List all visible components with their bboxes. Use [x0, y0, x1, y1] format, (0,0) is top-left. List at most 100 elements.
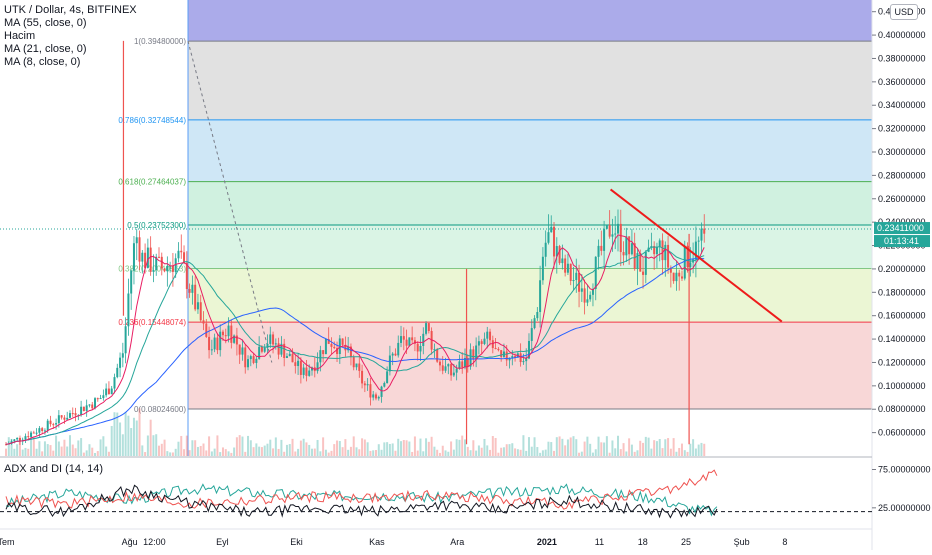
- candle-body: [569, 263, 572, 281]
- chart-root[interactable]: 1(0.39480000) 0.786(0.32748544) 0.618(0.27…: [0, 0, 932, 550]
- volume-bar: [99, 439, 102, 456]
- candle-body: [597, 245, 600, 257]
- volume-bar: [642, 442, 645, 456]
- candle-body: [683, 245, 686, 279]
- volume-bar: [475, 450, 478, 456]
- candle-body: [255, 358, 258, 363]
- candle-body: [619, 223, 622, 253]
- candle-body: [352, 357, 355, 368]
- candle-body: [600, 245, 603, 251]
- volume-bar: [94, 452, 97, 456]
- volume-bar: [16, 444, 19, 456]
- volume-bar: [299, 440, 302, 456]
- candle-body: [119, 357, 122, 368]
- volume-bar: [199, 445, 202, 456]
- volume-bar: [422, 451, 425, 456]
- volume-bar: [358, 449, 361, 456]
- candle-body: [205, 323, 208, 337]
- symbol-title[interactable]: UTK / Dollar, 4s, BITFINEX: [4, 4, 137, 17]
- volume-bar: [311, 448, 313, 456]
- candle-body: [433, 349, 436, 351]
- volume-bar: [483, 438, 486, 456]
- volume-bar: [85, 450, 88, 456]
- currency-badge[interactable]: USD: [890, 4, 918, 20]
- candle-body: [452, 372, 455, 376]
- legend-ma55[interactable]: MA (55, close, 0): [4, 17, 137, 30]
- volume-bar: [519, 449, 522, 456]
- volume-bar: [46, 444, 49, 456]
- volume-bar: [21, 449, 24, 456]
- volume-bar: [80, 438, 83, 456]
- volume-bar: [130, 428, 133, 456]
- volume-bar: [60, 446, 63, 456]
- volume-bar: [208, 436, 211, 456]
- volume-bar: [575, 439, 578, 456]
- volume-bar: [163, 439, 166, 456]
- time-label-9: 18: [638, 537, 648, 547]
- volume-bar: [294, 451, 297, 456]
- candle-body: [194, 284, 197, 310]
- candle-body: [419, 345, 422, 352]
- volume-bar: [35, 448, 38, 456]
- candle-body: [583, 288, 586, 303]
- legend-volume[interactable]: Hacim: [4, 30, 137, 43]
- candle-body: [41, 428, 44, 431]
- volume-bar: [455, 439, 458, 456]
- volume-bar: [247, 435, 250, 456]
- volume-bar: [383, 442, 386, 456]
- volume-bar: [541, 450, 544, 456]
- candle-body: [341, 338, 344, 345]
- candle-body: [110, 388, 113, 395]
- candle-body: [483, 338, 486, 344]
- fib-band-1: [188, 41, 872, 120]
- legend-ma8[interactable]: MA (8, close, 0): [4, 56, 137, 69]
- candle-body: [202, 320, 205, 324]
- candle-body: [88, 404, 91, 406]
- volume-bar: [221, 447, 224, 456]
- volume-bar: [694, 448, 697, 456]
- candle-body: [308, 370, 311, 376]
- candle-body: [43, 430, 46, 432]
- candle-body: [94, 398, 97, 409]
- candle-body: [444, 366, 447, 371]
- candle-body: [146, 247, 149, 268]
- volume-bar: [644, 436, 647, 456]
- candle-body: [561, 258, 564, 264]
- volume-bar: [124, 411, 127, 456]
- legend-ma21[interactable]: MA (21, close, 0): [4, 43, 137, 56]
- volume-bar: [213, 448, 216, 456]
- candle-body: [377, 396, 380, 399]
- chart-svg[interactable]: 1(0.39480000) 0.786(0.32748544) 0.618(0.27…: [0, 0, 932, 550]
- candle-body: [522, 361, 525, 363]
- volume-bar: [347, 449, 350, 456]
- adx-title[interactable]: ADX and DI (14, 14): [4, 463, 103, 475]
- candle-body: [224, 335, 227, 337]
- volume-bar: [169, 452, 172, 456]
- volume-bar: [119, 422, 122, 456]
- candle-body: [74, 413, 77, 416]
- volume-bar: [319, 451, 322, 456]
- candle-body: [116, 367, 119, 378]
- volume-bar: [277, 448, 280, 456]
- candle-body: [208, 336, 211, 351]
- volume-bar: [639, 440, 642, 456]
- candle-body: [163, 268, 166, 272]
- candle-body: [66, 417, 69, 420]
- volume-bar: [619, 449, 622, 456]
- volume-bar: [522, 435, 525, 456]
- candle-body: [411, 337, 414, 341]
- candle-body: [617, 223, 619, 234]
- candle-body: [436, 349, 439, 362]
- volume-bar: [653, 440, 656, 456]
- volume-bar: [555, 437, 558, 456]
- candle-body: [63, 417, 66, 420]
- volume-bar: [658, 439, 661, 456]
- volume-bar: [447, 451, 450, 456]
- volume-bar: [397, 438, 400, 456]
- volume-bar: [66, 446, 69, 456]
- volume-bar: [57, 441, 60, 456]
- candle-body: [291, 353, 294, 363]
- volume-bar: [333, 444, 336, 456]
- candle-body: [52, 424, 55, 426]
- volume-bar: [216, 435, 219, 456]
